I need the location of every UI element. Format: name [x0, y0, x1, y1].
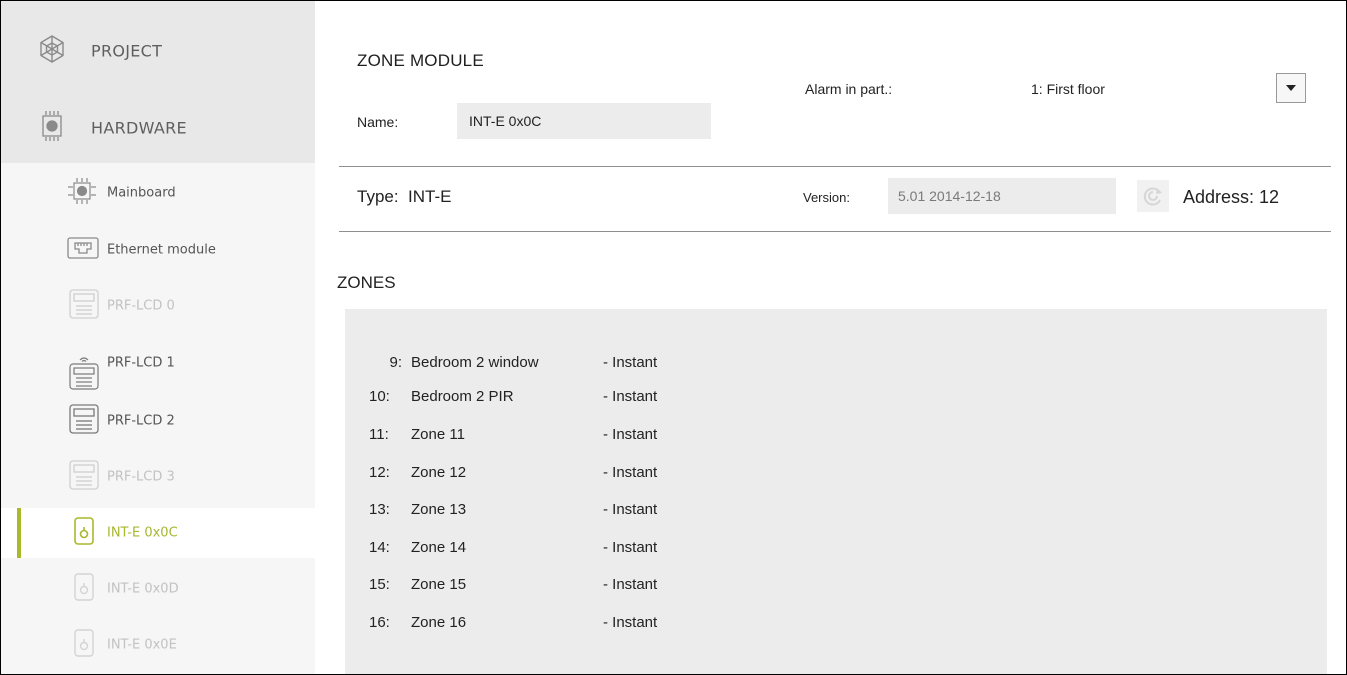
alarm-partition-value[interactable]: 1: First floor	[1031, 81, 1105, 97]
zone-number: 13:	[369, 501, 390, 518]
sidebar-section-project[interactable]: PROJECT	[1, 21, 315, 81]
sidebar-item-label: Ethernet module	[107, 242, 216, 258]
sidebar-item-label: INT-E 0x0C	[107, 525, 178, 541]
alarm-partition-label: Alarm in part.:	[805, 81, 893, 97]
sidebar-item-mainboard[interactable]: Mainboard	[1, 168, 315, 218]
zone-name: Bedroom 2 window	[411, 354, 539, 371]
zone-type: - Instant	[603, 614, 658, 631]
zone-number: 12:	[369, 464, 390, 481]
sidebar-section-hardware[interactable]: HARDWARE	[1, 98, 315, 158]
hardware-chip-icon	[37, 109, 67, 147]
zone-name: Zone 13	[411, 501, 467, 518]
zone-number: 15:	[369, 576, 390, 593]
zone-type: - Instant	[603, 464, 658, 481]
zone-type: - Instant	[603, 501, 658, 518]
divider	[339, 231, 1331, 232]
app-window: PROJECT HARDWARE Mainboard Ethernet modu…	[0, 0, 1347, 675]
project-icon	[37, 34, 67, 68]
page-title: ZONE MODULE	[357, 51, 484, 70]
name-label: Name:	[357, 114, 399, 130]
sidebar-item-label: PRF-LCD 0	[107, 298, 175, 314]
refresh-version-button[interactable]	[1137, 180, 1169, 212]
module-address: Address: 12	[1183, 187, 1280, 207]
zone-number: 9:	[389, 354, 402, 371]
zone-type: - Instant	[603, 388, 658, 405]
version-field: 5.01 2014-12-18	[888, 178, 1116, 214]
sidebar-item-label: PRF-LCD 3	[107, 469, 175, 485]
zones-section-title: ZONES	[337, 273, 396, 292]
zone-name: Zone 15	[411, 576, 467, 593]
main-panel: ZONE MODULE Name: INT-E 0x0C Alarm in pa…	[315, 1, 1346, 674]
zone-module-icon	[74, 573, 94, 605]
sidebar-item-int-e-0x0c[interactable]: INT-E 0x0C	[1, 508, 315, 558]
sidebar-item-int-e-0x0d[interactable]: INT-E 0x0D	[1, 564, 315, 614]
zones-list: 9: Bedroom 2 window - Instant 10: Bedroo…	[345, 309, 1327, 674]
zone-name: Zone 11	[411, 426, 465, 443]
sidebar-item-prf-lcd-1[interactable]: PRF-LCD 1	[1, 338, 315, 390]
zone-type: - Instant	[603, 539, 658, 556]
sidebar-item-label: INT-E 0x0E	[107, 637, 177, 653]
sidebar-item-ethernet-module[interactable]: Ethernet module	[1, 225, 315, 275]
zone-name: Zone 12	[411, 464, 467, 481]
keypad-icon	[69, 460, 99, 494]
wireless-keypad-icon	[69, 356, 99, 394]
ethernet-icon	[67, 237, 99, 263]
alarm-partition-dropdown-button[interactable]	[1276, 73, 1306, 103]
zone-module-icon	[74, 629, 94, 661]
zone-type: - Instant	[603, 354, 658, 371]
sidebar-item-label: INT-E 0x0D	[107, 581, 179, 597]
name-field[interactable]: INT-E 0x0C	[457, 103, 711, 139]
sidebar-item-label: PRF-LCD 1	[107, 355, 175, 371]
zone-number: 10:	[369, 388, 390, 405]
zone-number: 16:	[369, 614, 390, 631]
sidebar: PROJECT HARDWARE Mainboard Ethernet modu…	[1, 1, 315, 674]
sidebar-item-int-e-0x0e[interactable]: INT-E 0x0E	[1, 620, 315, 670]
zone-type: - Instant	[603, 576, 658, 593]
zone-number: 14:	[369, 539, 390, 556]
active-indicator	[17, 508, 21, 558]
keypad-icon	[69, 289, 99, 323]
module-type: Type: INT-E	[357, 187, 452, 206]
sidebar-item-prf-lcd-0[interactable]: PRF-LCD 0	[1, 281, 315, 331]
zone-name: Bedroom 2 PIR	[411, 388, 514, 405]
keypad-icon	[69, 404, 99, 438]
sidebar-item-label: PRF-LCD 2	[107, 413, 175, 429]
zone-number: 11:	[369, 426, 389, 443]
sidebar-item-prf-lcd-3[interactable]: PRF-LCD 3	[1, 452, 315, 502]
sidebar-item-label: Mainboard	[107, 185, 176, 201]
mainboard-chip-icon	[65, 176, 99, 210]
zone-module-icon	[74, 517, 94, 549]
zone-name: Zone 14	[411, 539, 467, 556]
version-label: Version:	[803, 190, 850, 205]
sidebar-item-prf-lcd-2[interactable]: PRF-LCD 2	[1, 396, 315, 446]
sidebar-section-label: PROJECT	[91, 41, 163, 61]
refresh-icon	[1142, 185, 1164, 207]
zone-name: Zone 16	[411, 614, 467, 631]
zone-type: - Instant	[603, 426, 658, 443]
divider	[339, 166, 1331, 167]
sidebar-section-label: HARDWARE	[91, 118, 187, 138]
chevron-down-icon	[1286, 85, 1296, 91]
